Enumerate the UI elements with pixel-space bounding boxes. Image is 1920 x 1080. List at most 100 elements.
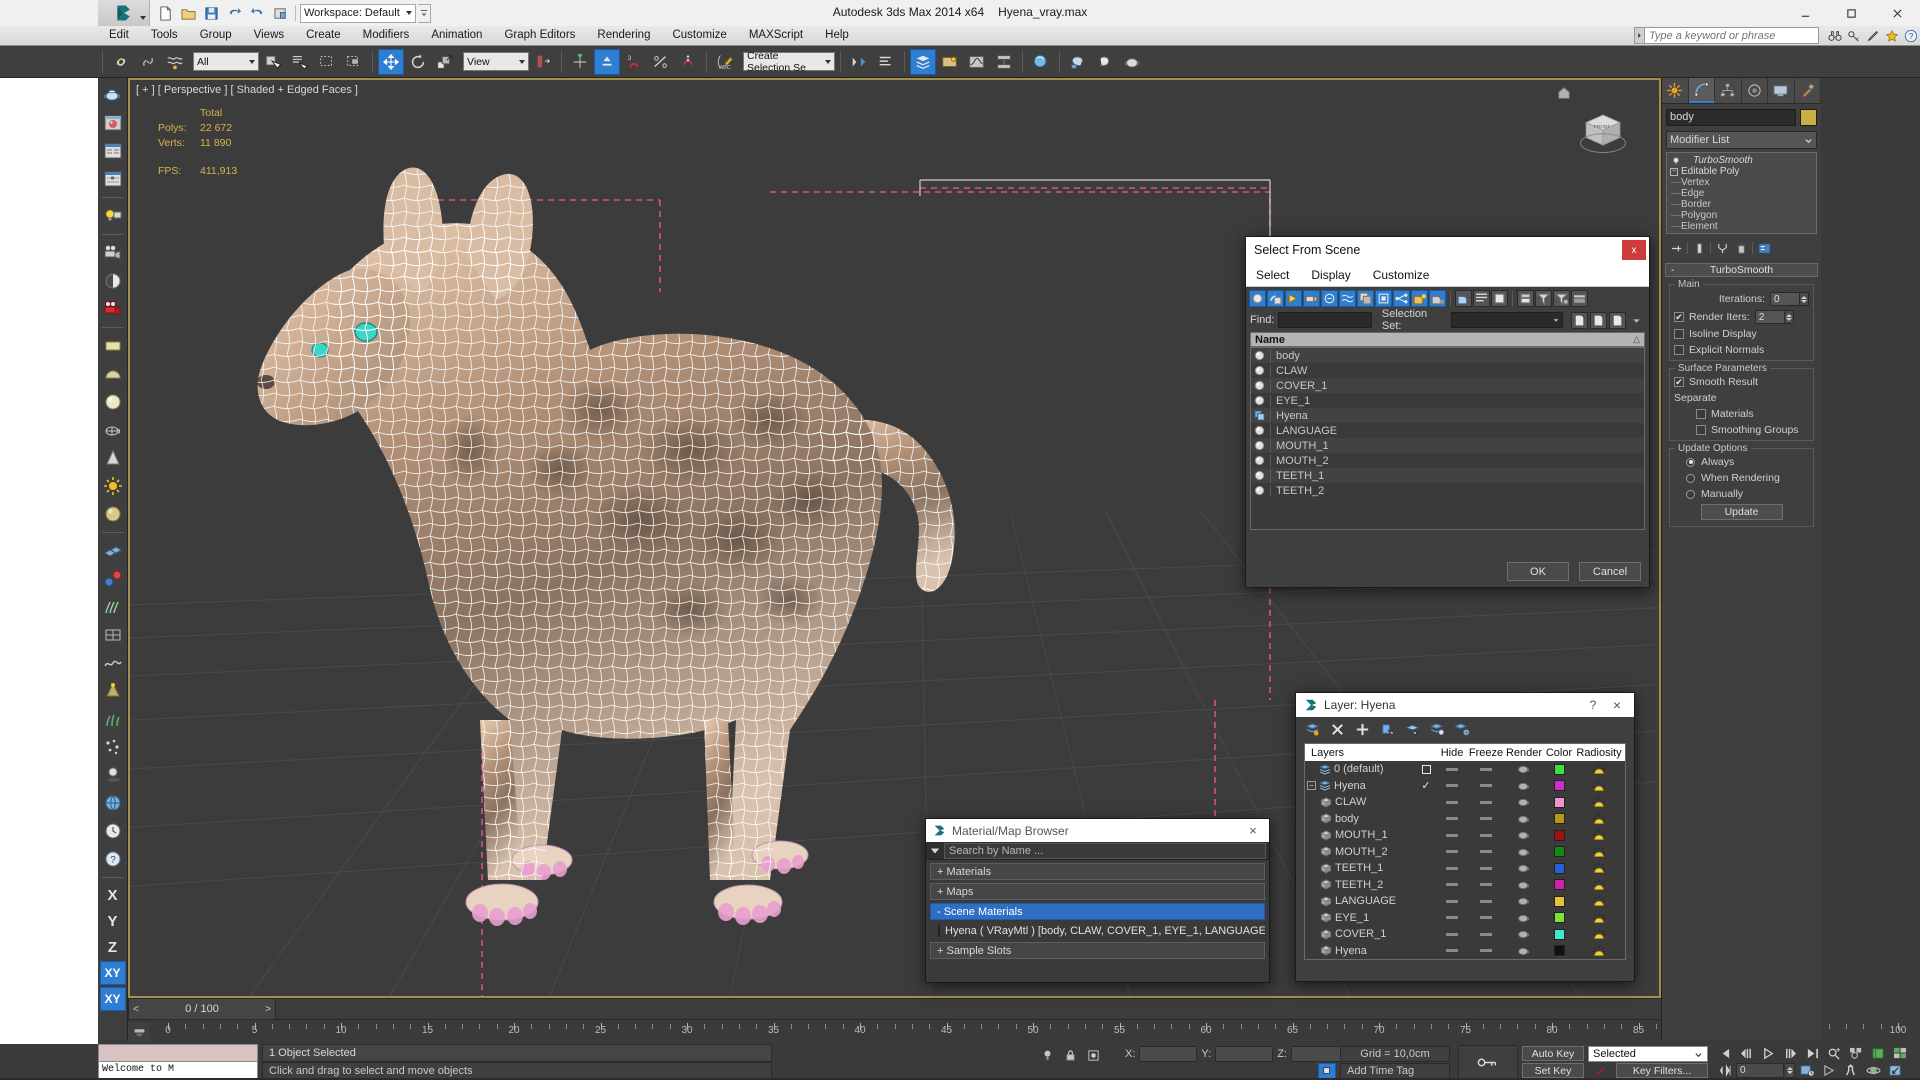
modifier-list-dropdown[interactable]: Modifier List: [1666, 131, 1817, 149]
scene-object-row[interactable]: body: [1251, 348, 1644, 363]
teapot-render-icon[interactable]: [1119, 49, 1145, 75]
clock-icon[interactable]: [100, 818, 126, 844]
radiosity-toggle[interactable]: [1575, 796, 1623, 808]
delete-x-icon[interactable]: [1329, 721, 1346, 738]
rendered-frame-icon[interactable]: [1092, 49, 1118, 75]
render-toggle[interactable]: [1505, 913, 1543, 923]
go-to-end-button[interactable]: [1802, 1045, 1822, 1061]
render-toggle[interactable]: [1505, 814, 1543, 824]
dome-icon[interactable]: [100, 361, 126, 387]
hierarchy-tab[interactable]: [1715, 78, 1742, 103]
select-and-link-button[interactable]: [108, 49, 134, 75]
menu-item-create[interactable]: Create: [295, 26, 352, 45]
display-xrefs-icon[interactable]: [1375, 289, 1392, 307]
collapse-icon[interactable]: −: [1670, 167, 1678, 176]
spinner-snap-toggle-button[interactable]: [675, 49, 701, 75]
collapse-icon[interactable]: −: [1307, 781, 1316, 791]
angle-snap-toggle-button[interactable]: 3: [621, 49, 647, 75]
scene-object-row[interactable]: LANGUAGE: [1251, 423, 1644, 438]
radiosity-toggle[interactable]: [1575, 846, 1623, 858]
use-pivot-center-button[interactable]: [530, 49, 556, 75]
layer-row[interactable]: LANGUAGE: [1305, 893, 1625, 910]
stack-subobject-element[interactable]: Element: [1667, 221, 1816, 232]
go-to-start-button[interactable]: [1714, 1045, 1734, 1061]
unlink-selection-button[interactable]: [135, 49, 161, 75]
gold-sphere-icon[interactable]: [100, 501, 126, 527]
manually-radio[interactable]: [1686, 489, 1695, 499]
select-and-move-button[interactable]: [378, 48, 404, 75]
menu-select[interactable]: Select: [1256, 268, 1289, 282]
menu-item-animation[interactable]: Animation: [420, 26, 493, 45]
layer-manager-button[interactable]: [910, 48, 936, 75]
layer-color-swatch[interactable]: [1543, 895, 1575, 907]
zoom-extents-all-button[interactable]: [1846, 1045, 1866, 1061]
schematic-view-button[interactable]: [991, 49, 1017, 75]
maximize-toggle-button[interactable]: [1885, 1062, 1905, 1078]
layer-color-swatch[interactable]: [1543, 879, 1575, 891]
redo-arrow-icon[interactable]: [247, 3, 268, 24]
radiosity-toggle[interactable]: [1575, 780, 1623, 792]
toggle-scene-explorer-button[interactable]: [937, 49, 963, 75]
project-folder-icon[interactable]: [270, 3, 291, 24]
render-iters-spinner[interactable]: [1784, 310, 1794, 324]
rollup-header[interactable]: - TurboSmooth: [1665, 263, 1818, 277]
display-tab[interactable]: [1768, 78, 1795, 103]
time-slider[interactable]: < 0 / 100 >: [128, 998, 276, 1020]
layer-color-swatch[interactable]: [1543, 928, 1575, 940]
stack-item-editable-poly[interactable]: − Editable Poly: [1667, 166, 1816, 177]
save-disk-icon[interactable]: [201, 3, 222, 24]
filter-triangle-icon[interactable]: [926, 846, 944, 856]
display-geometry-icon[interactable]: [1249, 289, 1266, 307]
current-layer-indicator[interactable]: [1415, 764, 1437, 774]
close-icon[interactable]: ×: [1604, 697, 1630, 713]
rollup-collapse-sign[interactable]: -: [1671, 264, 1675, 276]
scene-object-row[interactable]: CLAW: [1251, 363, 1644, 378]
layer-color-swatch[interactable]: [1543, 796, 1575, 808]
freeze-toggle[interactable]: [1467, 883, 1505, 887]
window-crossing-button[interactable]: [341, 49, 367, 75]
fur-icon[interactable]: [100, 594, 126, 620]
object-color-swatch[interactable]: [1800, 109, 1817, 126]
render-window-icon[interactable]: [100, 110, 126, 136]
cancel-button[interactable]: Cancel: [1579, 562, 1641, 581]
bind-to-space-warp-button[interactable]: [162, 49, 188, 75]
display-space-warps-icon[interactable]: [1339, 289, 1356, 307]
close-icon[interactable]: ×: [1241, 823, 1265, 838]
undo-arrow-icon[interactable]: [224, 3, 245, 24]
selection-filter-dropdown[interactable]: All: [193, 52, 259, 71]
render-toggle[interactable]: [1505, 830, 1543, 840]
shadow-icon[interactable]: [100, 762, 126, 788]
render-iters-field[interactable]: 2: [1754, 310, 1785, 324]
scene-object-row[interactable]: TEETH_1: [1251, 468, 1644, 483]
smooth-result-checkbox[interactable]: [1674, 377, 1684, 387]
layer-grid[interactable]: Layers Hide Freeze Render Color Radiosit…: [1304, 743, 1626, 960]
radiosity-toggle[interactable]: [1575, 928, 1623, 940]
modifier-stack[interactable]: TurboSmooth − Editable Poly Vertex Edge …: [1666, 152, 1817, 234]
orbit-icon[interactable]: [1863, 1062, 1883, 1078]
smoothing-groups-checkbox[interactable]: [1696, 425, 1706, 435]
render-setup-button[interactable]: [1065, 49, 1091, 75]
play-animation-button[interactable]: [1758, 1045, 1778, 1061]
list-header[interactable]: Name △: [1250, 332, 1645, 347]
radiosity-toggle[interactable]: [1575, 763, 1623, 775]
layer-row[interactable]: TEETH_1: [1305, 860, 1625, 877]
render-toggle[interactable]: [1505, 863, 1543, 873]
viewport-label[interactable]: [ + ] [ Perspective ] [ Shaded + Edged F…: [136, 84, 358, 96]
plus-icon[interactable]: [1354, 721, 1371, 738]
display-lights-icon[interactable]: [1285, 289, 1302, 307]
sphere-icon[interactable]: [100, 389, 126, 415]
scene-object-row[interactable]: COVER_1: [1251, 378, 1644, 393]
radiosity-toggle[interactable]: [1575, 945, 1623, 957]
stack-subobject-polygon[interactable]: Polygon: [1667, 210, 1816, 221]
display-helpers-icon[interactable]: [1321, 289, 1338, 307]
mesh-icon[interactable]: [100, 622, 126, 648]
freeze-toggle[interactable]: [1467, 949, 1505, 953]
iterations-spinner[interactable]: [1800, 292, 1809, 306]
selection-filter-dropdown[interactable]: Selected: [1588, 1046, 1708, 1062]
x-field[interactable]: [1139, 1046, 1198, 1062]
curve-editor-button[interactable]: [964, 49, 990, 75]
help-circle-icon[interactable]: ?: [1902, 27, 1920, 45]
pan-hand-icon[interactable]: [1819, 1062, 1839, 1078]
scene-material-item[interactable]: Hyena ( VRayMtl ) [body, CLAW, COVER_1, …: [936, 923, 1265, 939]
view-cube[interactable]: FRONT: [1573, 100, 1633, 160]
